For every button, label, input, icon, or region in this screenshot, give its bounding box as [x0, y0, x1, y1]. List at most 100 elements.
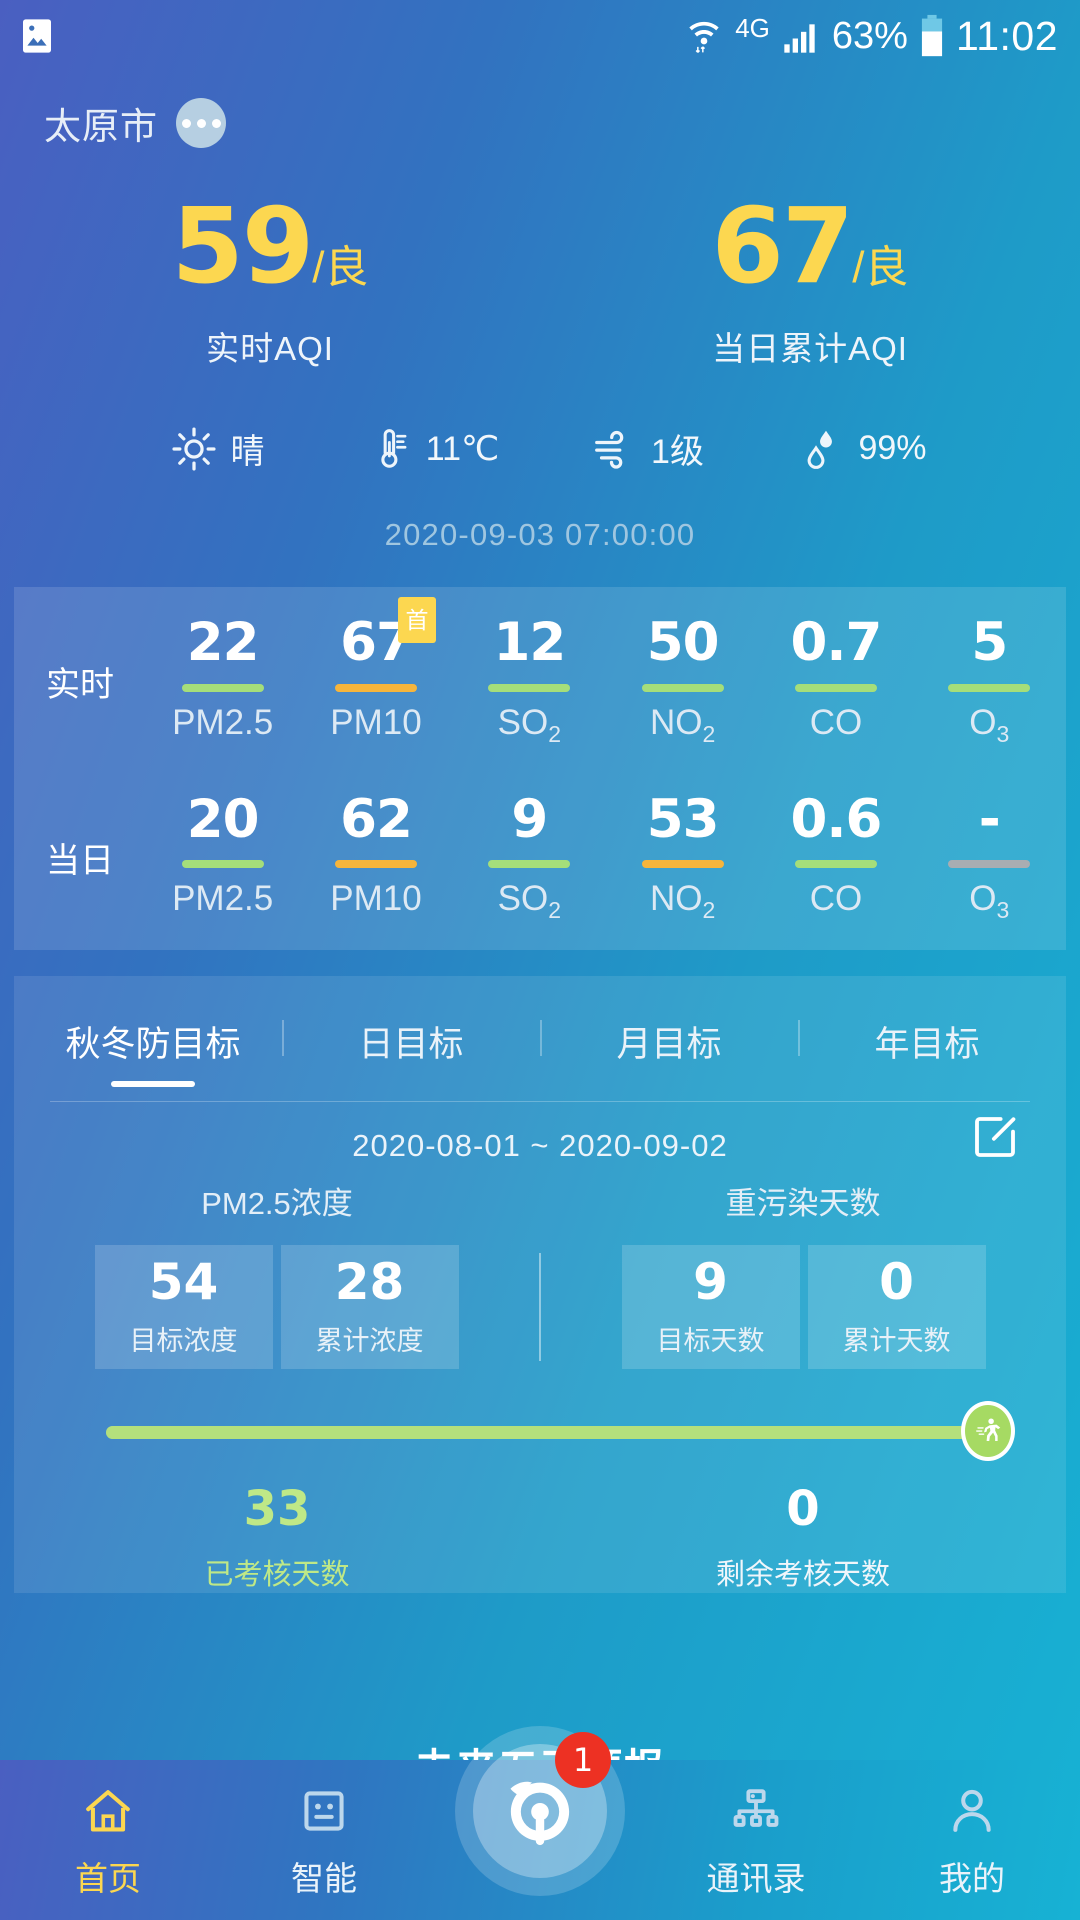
pollutant-level-bar — [488, 860, 571, 869]
goal-progress-bar[interactable] — [106, 1401, 1015, 1462]
center-action-button[interactable]: 1 — [455, 1726, 625, 1896]
aqi-realtime-value-row: 59/良 — [0, 194, 540, 298]
days-caption: 已考核天数 — [204, 1559, 350, 1592]
robot-icon — [304, 1791, 344, 1831]
pollutant-name-sub: 2 — [548, 897, 561, 924]
progress-knob[interactable] — [961, 1401, 1015, 1462]
days-value: 0 — [786, 1481, 820, 1538]
pollutant-row-label: 当日 — [46, 842, 114, 881]
pollutant-level-bar — [948, 683, 1031, 692]
humidity-icon — [808, 430, 833, 469]
progress-fill — [106, 1426, 988, 1440]
weather-temperature: 11℃ — [325, 426, 540, 472]
days-assessed: 33 已考核天数 — [14, 1485, 540, 1593]
pollutant-cell-so2[interactable]: 9 SO2 — [453, 791, 606, 925]
pollutant-cell-co[interactable]: 0.6 CO — [759, 788, 912, 925]
pollutant-level-bar — [181, 683, 264, 692]
pollutant-level-bar — [181, 860, 264, 869]
tab-day-goal[interactable]: 日目标 — [282, 1002, 540, 1079]
pollutant-name: PM10 — [299, 703, 452, 743]
signal-icon — [784, 24, 815, 53]
pollutant-name-text: O — [969, 879, 997, 919]
pollutant-name-text: CO — [809, 879, 863, 919]
photo-icon — [23, 19, 51, 53]
nav-item-profile[interactable]: 我的 — [864, 1760, 1080, 1900]
goal-metric-group-concentration: 54 目标浓度 28 累计浓度 — [14, 1245, 539, 1370]
weather-condition-label: 晴 — [230, 433, 265, 471]
pollutant-row-daily: 当日 20 PM2.5 62 PM10 9 SO2 53 NO2 0.6 CO … — [14, 782, 1066, 929]
pollutant-name-text: CO — [809, 702, 863, 742]
nav-label-contacts: 通讯录 — [706, 1860, 806, 1897]
metric-accumulated-concentration: 28 累计浓度 — [280, 1245, 459, 1370]
pollutant-cell-pm10[interactable]: 首 67 PM10 — [299, 597, 452, 748]
pollutant-name: PM2.5 — [146, 703, 299, 743]
battery-percent-label: 63% — [831, 14, 908, 57]
weather-temperature-label: 11℃ — [425, 429, 500, 468]
pollutant-name: O3 — [913, 879, 1066, 924]
days-value: 33 — [243, 1481, 311, 1538]
goal-metrics: 54 目标浓度 28 累计浓度 9 目标天数 0 累计天数 — [14, 1245, 1066, 1370]
battery-icon — [921, 14, 943, 57]
weather-row: 晴 11℃ 1级 99% — [0, 424, 1080, 473]
pollutant-name-sub: 2 — [548, 720, 561, 747]
aqi-daily-value-row: 67/良 — [540, 194, 1080, 298]
goal-metric-group-heavy-pollution-days: 9 目标天数 0 累计天数 — [541, 1245, 1066, 1370]
weather-wind-label: 1级 — [651, 433, 704, 471]
pollutant-name: SO2 — [453, 879, 606, 924]
city-selector[interactable]: 太原市 — [0, 72, 1080, 150]
goal-group-title-right: 重污染天数 — [725, 1186, 881, 1222]
pollutant-cell-pm10[interactable]: 62 PM10 — [299, 791, 452, 925]
pollutant-name-text: SO — [497, 702, 549, 742]
pollutant-value: 0.7 — [790, 612, 883, 673]
pollutant-name: O3 — [913, 703, 1066, 748]
pollutant-cell-o3[interactable]: - O3 — [913, 791, 1066, 925]
wifi-icon — [689, 21, 719, 53]
days-remaining: 0 剩余考核天数 — [540, 1485, 1066, 1593]
aqi-daily[interactable]: 67/良 当日累计AQI — [540, 194, 1080, 370]
tab-year-goal[interactable]: 年目标 — [798, 1002, 1056, 1079]
nav-item-home[interactable]: 首页 — [0, 1760, 216, 1900]
tab-autumn-winter-goal[interactable]: 秋冬防目标 — [24, 1002, 282, 1079]
aqi-realtime[interactable]: 59/良 实时AQI — [0, 194, 540, 370]
more-dots-icon[interactable] — [176, 98, 226, 148]
nav-label-profile: 我的 — [939, 1860, 1005, 1897]
tab-month-goal[interactable]: 月目标 — [540, 1002, 798, 1079]
goal-group-titles: PM2.5浓度 重污染天数 — [14, 1178, 1066, 1223]
aqi-realtime-value: 59 — [171, 185, 315, 307]
edit-goal-button[interactable] — [968, 1110, 1022, 1169]
goal-date-range: 2020-08-01 ~ 2020-09-02 — [352, 1128, 728, 1164]
nav-label-home: 首页 — [75, 1860, 141, 1897]
aqi-daily-label: 当日累计AQI — [712, 330, 908, 367]
aqi-daily-value: 67 — [711, 185, 855, 307]
pollutant-cell-pm25[interactable]: 20 PM2.5 — [146, 791, 299, 925]
network-type-label: 4G — [735, 13, 770, 43]
pollutant-level-bar — [488, 683, 571, 692]
pollutant-name: SO2 — [453, 703, 606, 748]
pollutant-row-realtime: 实时 22 PM2.5 首 67 PM10 12 SO2 50 NO2 0.7 … — [14, 597, 1066, 752]
pollutant-name: NO2 — [606, 703, 759, 748]
wind-icon — [595, 430, 624, 469]
pollutant-cells: 22 PM2.5 首 67 PM10 12 SO2 50 NO2 0.7 CO … — [146, 597, 1066, 748]
pollutant-name-sub: 2 — [702, 897, 716, 924]
pollutant-name: CO — [759, 879, 912, 919]
weather-humidity: 99% — [755, 426, 970, 472]
pollutant-cell-so2[interactable]: 12 SO2 — [453, 615, 606, 748]
nav-item-smart[interactable]: 智能 — [216, 1760, 432, 1900]
pollutant-cell-o3[interactable]: 5 O3 — [913, 615, 1066, 748]
pollutant-value: 0.6 — [790, 788, 883, 850]
weather-humidity-label: 99% — [858, 429, 927, 467]
pollutant-row-label: 实时 — [46, 665, 114, 704]
pollutant-name-text: NO — [650, 879, 703, 919]
pollutant-cell-co[interactable]: 0.7 CO — [759, 615, 912, 748]
aqi-realtime-suffix: /良 — [312, 243, 369, 292]
pollutant-cell-no2[interactable]: 50 NO2 — [606, 615, 759, 748]
pollutant-cells: 20 PM2.5 62 PM10 9 SO2 53 NO2 0.6 CO - O… — [146, 788, 1066, 925]
thermometer-icon — [381, 428, 407, 468]
nav-item-contacts[interactable]: 通讯录 — [648, 1760, 864, 1900]
pollutant-cell-no2[interactable]: 53 NO2 — [606, 791, 759, 925]
pollutant-level-bar — [794, 860, 877, 869]
pollutant-value: 22 — [186, 612, 260, 673]
edit-square-icon — [975, 1117, 1016, 1158]
pollutant-cell-pm25[interactable]: 22 PM2.5 — [146, 615, 299, 748]
pollutant-name-text: O — [969, 702, 997, 742]
